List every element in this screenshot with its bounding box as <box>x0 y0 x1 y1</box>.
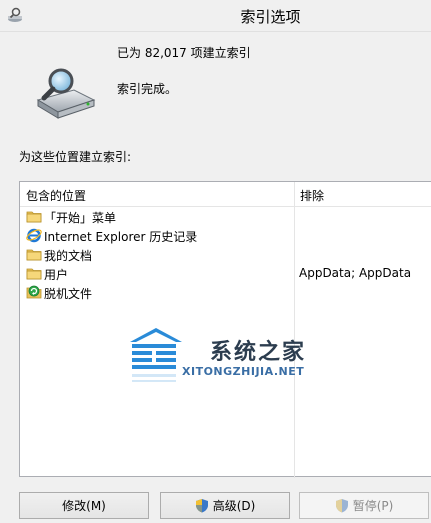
location-label: 用户 <box>44 268 69 282</box>
column-header-included[interactable]: 包含的位置 <box>26 187 86 204</box>
folder-icon <box>26 268 42 280</box>
uac-shield-icon <box>195 499 208 513</box>
watermark-text-cn: 系统之家 <box>210 340 307 365</box>
modify-button-label: 修改(M) <box>62 499 106 513</box>
list-item[interactable]: 我的文档 <box>20 245 431 264</box>
title-bar: 索引选项 <box>0 0 431 32</box>
list-item[interactable]: 「开始」菜单 <box>20 207 431 226</box>
location-label: 「开始」菜单 <box>44 211 117 225</box>
pause-button[interactable]: 暂停(P) <box>299 492 429 519</box>
location-label: 脱机文件 <box>44 287 93 301</box>
advanced-button[interactable]: 高级(D) <box>160 492 290 519</box>
locations-section-label: 为这些位置建立索引: <box>19 150 132 164</box>
advanced-button-label: 高级(D) <box>212 499 256 513</box>
list-item[interactable]: 用户 AppData; AppData <box>20 264 431 283</box>
index-status-panel: 已为 82,017 项建立索引 索引完成。 <box>0 31 431 131</box>
window-title: 索引选项 <box>240 8 301 26</box>
list-item[interactable]: 脱机文件 <box>20 283 431 302</box>
location-label: Internet Explorer 历史记录 <box>44 230 198 244</box>
list-item[interactable]: Internet Explorer 历史记录 <box>20 226 431 245</box>
location-excluded: AppData; AppData <box>299 266 412 280</box>
pause-button-label: 暂停(P) <box>352 499 394 513</box>
location-label: 我的文档 <box>44 249 93 263</box>
watermark-text-en: XITONGZHIJIA.NET <box>182 365 305 378</box>
internet-explorer-icon <box>26 228 42 243</box>
offline-files-icon <box>26 285 42 299</box>
folder-icon <box>26 211 42 223</box>
index-state-text: 索引完成。 <box>117 82 178 96</box>
indexed-count-text: 已为 82,017 项建立索引 <box>117 46 251 60</box>
uac-shield-icon <box>335 499 348 513</box>
drive-magnifier-icon <box>36 68 96 119</box>
column-header-excluded[interactable]: 排除 <box>300 187 324 204</box>
modify-button[interactable]: 修改(M) <box>19 492 149 519</box>
folder-icon <box>26 249 42 261</box>
list-header: 包含的位置 排除 <box>20 182 431 207</box>
